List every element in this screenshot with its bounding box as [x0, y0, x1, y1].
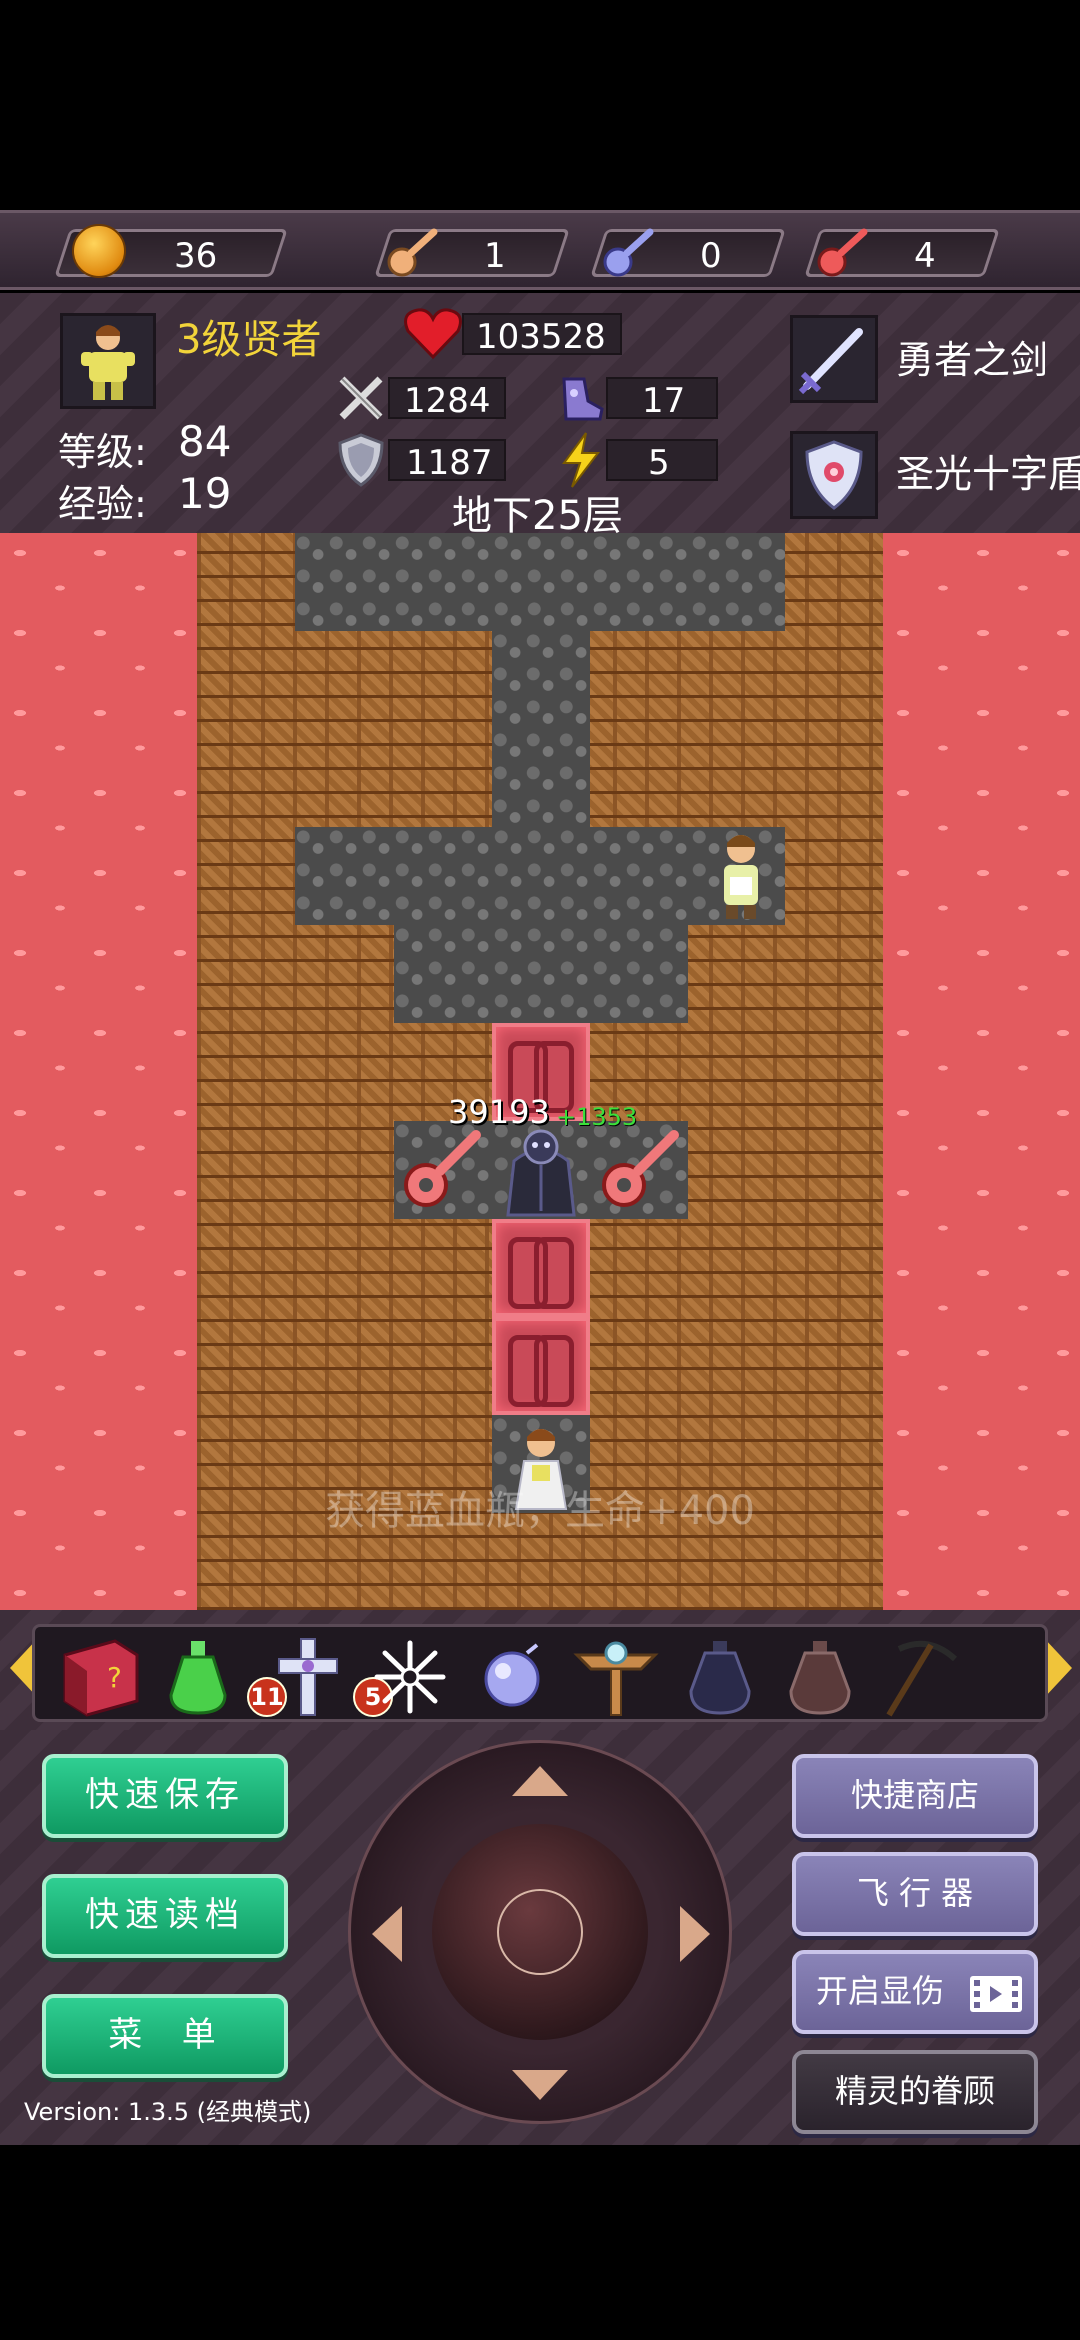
item-tray: ? 11 5 [32, 1624, 1048, 1722]
snowflake-icon[interactable] [365, 1635, 455, 1719]
red-key-icon [817, 228, 868, 277]
hp-box: 103528 [462, 313, 622, 357]
defense-box: 1187 [388, 439, 506, 483]
quick-load-button[interactable]: 快速读档 [42, 1874, 288, 1958]
quick-shop-button[interactable]: 快捷商店 [792, 1754, 1038, 1838]
dark-vase-icon[interactable] [675, 1635, 765, 1719]
monster-damage-bonus: +1353 [556, 1103, 638, 1131]
holy-shield-icon [805, 440, 863, 510]
shield-slot[interactable] [790, 431, 878, 519]
item-bar: ? 11 5 [0, 1610, 1080, 1730]
lightning-icon [562, 432, 601, 488]
blue-key-count: 0 [700, 236, 722, 276]
flyer-button[interactable]: 飞 行 器 [792, 1852, 1038, 1936]
dpad-left-icon[interactable] [372, 1906, 402, 1962]
version-text: Version: 1.3.5 (经典模式) [24, 2098, 312, 2126]
menu-button[interactable]: 菜 单 [42, 1994, 288, 2078]
hp-value: 103528 [476, 317, 606, 357]
quick-save-button[interactable]: 快速保存 [42, 1754, 288, 1838]
stone-path [492, 631, 590, 827]
brown-vase-icon[interactable] [775, 1635, 865, 1719]
winged-staff-icon[interactable] [571, 1635, 661, 1719]
yellow-key-icon [387, 228, 438, 277]
red-door[interactable] [492, 1219, 590, 1317]
weapon-slot[interactable] [790, 315, 878, 403]
game-map[interactable]: 39193 +1353 获得蓝血瓶，生命+400 [0, 533, 1080, 1610]
agility-value: 5 [648, 443, 670, 483]
dpad-down-icon[interactable] [512, 2070, 568, 2100]
lava-left [0, 533, 197, 1610]
red-key-item[interactable] [594, 1125, 684, 1215]
gold-coin-icon [72, 224, 126, 278]
heart-icon [404, 308, 462, 359]
monster-book-icon[interactable]: ? [55, 1635, 145, 1719]
dpad-up-icon[interactable] [512, 1766, 568, 1796]
dpad-center-ring [497, 1889, 583, 1975]
red-door[interactable] [492, 1317, 590, 1415]
magic-defense-box: 17 [606, 377, 718, 421]
stone-path [295, 533, 785, 631]
blue-key-icon [603, 228, 654, 277]
pickaxe-icon[interactable] [879, 1635, 959, 1719]
orb-icon[interactable] [467, 1635, 557, 1719]
magic-defense-value: 17 [642, 381, 686, 421]
merchant-npc-icon[interactable] [694, 825, 788, 925]
control-panel: 快速保存 快速读档 菜 单 Version: 1.3.5 (经典模式) 快捷商店… [0, 1730, 1080, 2145]
weapon-name: 勇者之剑 [896, 338, 1049, 382]
dpad-right-icon[interactable] [680, 1906, 710, 1962]
fairy-favor-button[interactable]: 精灵的眷顾 [792, 2050, 1038, 2134]
hero-avatar-icon [81, 325, 135, 400]
resource-bar: 36 1 0 4 [0, 210, 1080, 290]
hero-portrait [60, 313, 156, 409]
red-key-count: 4 [914, 236, 936, 276]
shield-defense-icon [338, 433, 384, 487]
level-label: 等级: [58, 430, 147, 474]
crossed-swords-icon [339, 376, 383, 420]
level-value: 84 [178, 417, 232, 466]
agility-box: 5 [606, 439, 718, 483]
dark-knight-monster-icon[interactable] [494, 1121, 588, 1219]
sword-icon [798, 328, 863, 395]
exp-label: 经验: [58, 482, 147, 526]
stone-path [394, 925, 688, 1023]
hero-panel: 3级贤者 等级: 84 经验: 19 103528 1284 1187 17 5… [0, 293, 1080, 539]
shield-name: 圣光十字盾 [896, 452, 1080, 496]
show-damage-button[interactable]: 开启显伤 [792, 1950, 1038, 2034]
film-icon [970, 1976, 1022, 2012]
magic-boots-icon [562, 377, 604, 421]
green-potion-icon[interactable] [153, 1635, 243, 1719]
svg-text:?: ? [107, 1661, 122, 1694]
show-damage-label: 开启显伤 [815, 1972, 944, 2010]
attack-value: 1284 [404, 381, 491, 421]
monster-damage: 39193 [448, 1093, 550, 1131]
lava-right [883, 533, 1080, 1610]
hero-title: 3级贤者 [176, 317, 322, 363]
red-key-item[interactable] [396, 1125, 486, 1215]
defense-value: 1187 [406, 443, 493, 483]
holy-cross-icon[interactable] [263, 1635, 353, 1719]
yellow-key-count: 1 [484, 236, 506, 276]
attack-box: 1284 [388, 377, 506, 421]
pickup-toast: 获得蓝血瓶，生命+400 [325, 1488, 755, 1534]
gold-count: 36 [174, 236, 218, 276]
exp-value: 19 [178, 469, 232, 518]
item-scroll-right-icon[interactable] [1044, 1638, 1072, 1698]
